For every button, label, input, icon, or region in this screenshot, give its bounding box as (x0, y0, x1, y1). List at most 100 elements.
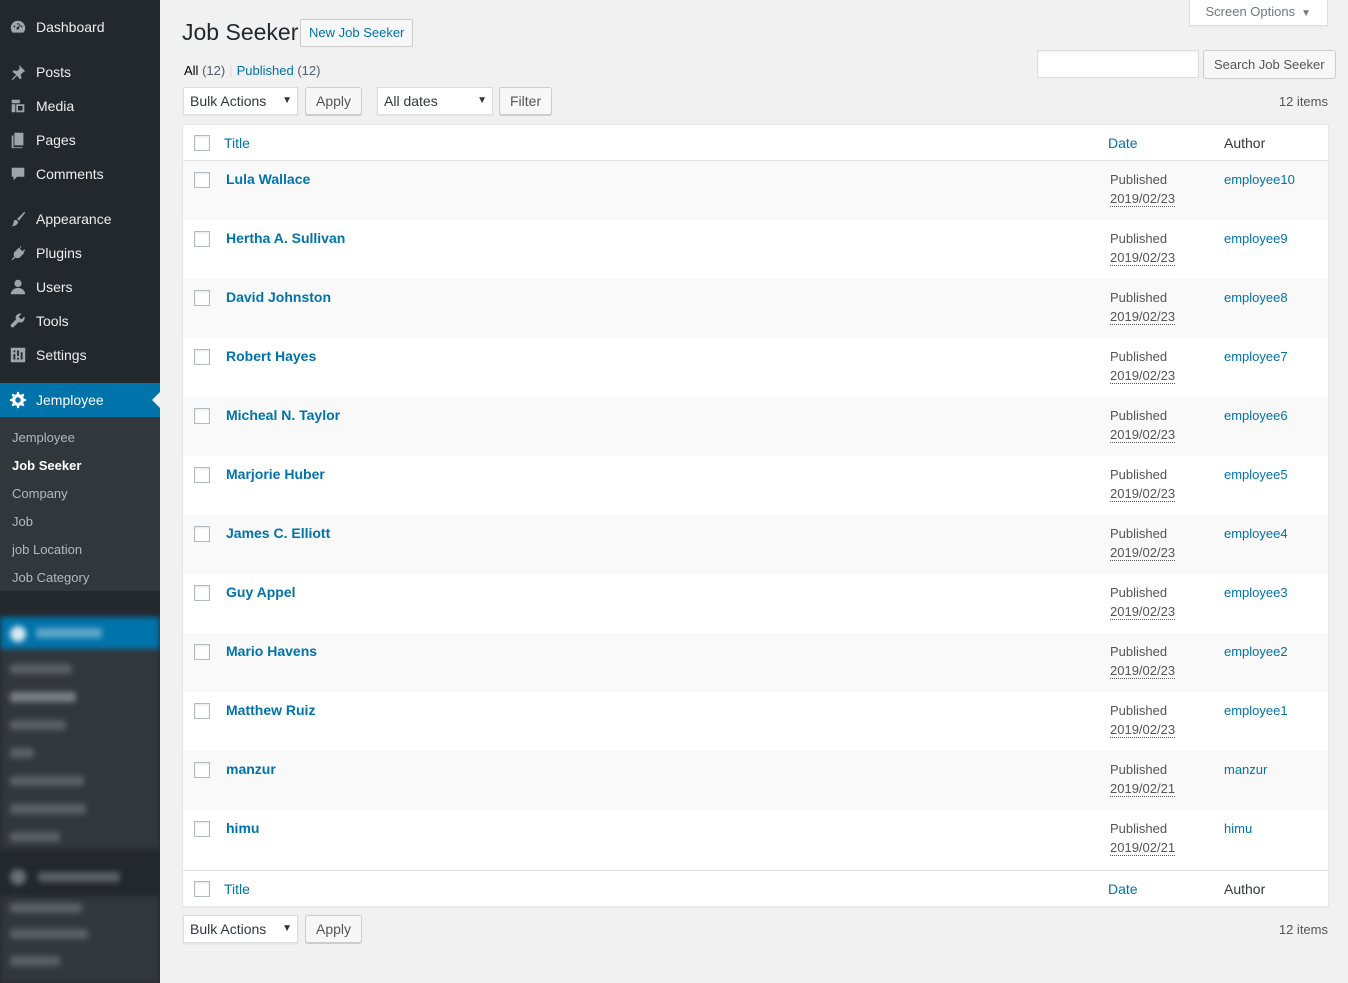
column-title-footer[interactable]: Title (224, 881, 250, 897)
search-job-seeker-button[interactable]: Search Job Seeker (1203, 50, 1336, 79)
sidebar-item-jemployee[interactable]: Jemployee (0, 383, 160, 417)
row-author-link[interactable]: employee3 (1224, 585, 1288, 600)
search-input[interactable] (1037, 50, 1199, 78)
row-checkbox[interactable] (194, 762, 210, 778)
status-filter-links: All (12) | Published (12) (184, 63, 320, 78)
row-status: Published (1110, 526, 1168, 541)
row-status: Published (1110, 585, 1168, 600)
row-checkbox[interactable] (194, 172, 210, 188)
row-title-link[interactable]: Hertha A. Sullivan (226, 230, 345, 246)
admin-sidebar: Dashboard Posts Media Pages Comments Appearan… (0, 0, 160, 983)
row-date: 2019/02/21 (1110, 781, 1176, 797)
row-author-link[interactable]: manzur (1224, 762, 1267, 777)
submenu-item-company[interactable]: Company (0, 480, 160, 508)
submenu-item-job-category[interactable]: Job Category (0, 564, 160, 592)
row-author-link[interactable]: himu (1224, 821, 1252, 836)
screen-options-toggle[interactable]: Screen Options ▼ (1189, 0, 1328, 26)
row-author-link[interactable]: employee7 (1224, 349, 1288, 364)
table-row: manzur Published 2019/02/21 manzur (183, 751, 1328, 810)
row-checkbox[interactable] (194, 408, 210, 424)
table-row: Mario Havens Published 2019/02/23 employee2 (183, 633, 1328, 692)
row-date: 2019/02/21 (1110, 840, 1176, 856)
row-checkbox[interactable] (194, 231, 210, 247)
row-author-link[interactable]: employee8 (1224, 290, 1288, 305)
row-title-link[interactable]: James C. Elliott (226, 525, 330, 541)
submenu-item-job[interactable]: Job (0, 508, 160, 536)
filter-separator: | (229, 63, 233, 78)
apply-button-top[interactable]: Apply (305, 87, 363, 115)
filter-button[interactable]: Filter (499, 87, 553, 115)
row-status: Published (1110, 703, 1168, 718)
row-date: 2019/02/23 (1110, 309, 1176, 325)
column-date-header[interactable]: Date (1108, 135, 1138, 151)
row-title-link[interactable]: Mario Havens (226, 643, 317, 659)
blurred-menu-area (0, 591, 160, 983)
row-checkbox[interactable] (194, 349, 210, 365)
sidebar-item-label: Appearance (36, 211, 112, 227)
row-date: 2019/02/23 (1110, 486, 1176, 502)
filter-all-link[interactable]: All (184, 63, 198, 78)
comment-icon (8, 164, 28, 184)
row-checkbox[interactable] (194, 644, 210, 660)
row-title-link[interactable]: himu (226, 820, 259, 836)
submenu-item-job-location[interactable]: job Location (0, 536, 160, 564)
row-title-link[interactable]: Robert Hayes (226, 348, 316, 364)
row-title-link[interactable]: Marjorie Huber (226, 466, 325, 482)
items-count-top: 12 items (1278, 94, 1328, 109)
row-author-link[interactable]: employee1 (1224, 703, 1288, 718)
sidebar-item-comments[interactable]: Comments (0, 157, 160, 191)
row-checkbox[interactable] (194, 290, 210, 306)
row-title-link[interactable]: Matthew Ruiz (226, 702, 315, 718)
settings-icon (8, 345, 28, 365)
row-title-link[interactable]: David Johnston (226, 289, 331, 305)
row-checkbox[interactable] (194, 467, 210, 483)
row-title-link[interactable]: Guy Appel (226, 584, 296, 600)
sidebar-item-settings[interactable]: Settings (0, 338, 160, 372)
items-count-bottom: 12 items (1278, 922, 1328, 937)
sidebar-item-plugins[interactable]: Plugins (0, 236, 160, 270)
jemployee-submenu: Jemployee Job Seeker Company Job job Locatio… (0, 417, 160, 591)
row-date: 2019/02/23 (1110, 250, 1176, 266)
row-author-link[interactable]: employee9 (1224, 231, 1288, 246)
submenu-item-jemployee[interactable]: Jemployee (0, 424, 160, 452)
apply-button-bottom[interactable]: Apply (305, 915, 363, 943)
date-filter-select[interactable]: All dates ▼ (377, 87, 493, 115)
row-date: 2019/02/23 (1110, 427, 1176, 443)
submenu-item-job-seeker[interactable]: Job Seeker (0, 452, 160, 480)
row-title-link[interactable]: Lula Wallace (226, 171, 310, 187)
sidebar-item-users[interactable]: Users (0, 270, 160, 304)
row-author-link[interactable]: employee6 (1224, 408, 1288, 423)
new-job-seeker-button[interactable]: New Job Seeker (300, 19, 414, 47)
sidebar-item-label: Plugins (36, 245, 82, 261)
sidebar-item-pages[interactable]: Pages (0, 123, 160, 157)
sidebar-item-tools[interactable]: Tools (0, 304, 160, 338)
sidebar-item-dashboard[interactable]: Dashboard (0, 10, 160, 44)
row-author-link[interactable]: employee4 (1224, 526, 1288, 541)
sidebar-item-posts[interactable]: Posts (0, 55, 160, 89)
column-date-footer[interactable]: Date (1108, 881, 1138, 897)
bulk-actions-select-top[interactable]: Bulk Actions ▼ (183, 87, 298, 115)
bulk-actions-select-bottom[interactable]: Bulk Actions ▼ (183, 915, 298, 943)
row-date: 2019/02/23 (1110, 368, 1176, 384)
row-checkbox[interactable] (194, 585, 210, 601)
row-checkbox[interactable] (194, 526, 210, 542)
row-checkbox[interactable] (194, 703, 210, 719)
row-author-link[interactable]: employee2 (1224, 644, 1288, 659)
gear-icon (8, 390, 28, 410)
row-status: Published (1110, 762, 1168, 777)
sidebar-item-appearance[interactable]: Appearance (0, 202, 160, 236)
row-date: 2019/02/23 (1110, 604, 1176, 620)
select-all-checkbox[interactable] (194, 135, 210, 151)
select-all-checkbox-footer[interactable] (194, 881, 210, 897)
column-title-header[interactable]: Title (224, 135, 250, 151)
row-checkbox[interactable] (194, 821, 210, 837)
row-title-link[interactable]: Micheal N. Taylor (226, 407, 340, 423)
sidebar-item-media[interactable]: Media (0, 89, 160, 123)
pages-icon (8, 130, 28, 150)
row-author-link[interactable]: employee10 (1224, 172, 1295, 187)
sidebar-item-label: Pages (36, 132, 76, 148)
row-title-link[interactable]: manzur (226, 761, 276, 777)
filter-published-link[interactable]: Published (237, 63, 294, 78)
job-seeker-table: Title Date Author Lula Wallace Published 2… (182, 124, 1329, 907)
row-author-link[interactable]: employee5 (1224, 467, 1288, 482)
